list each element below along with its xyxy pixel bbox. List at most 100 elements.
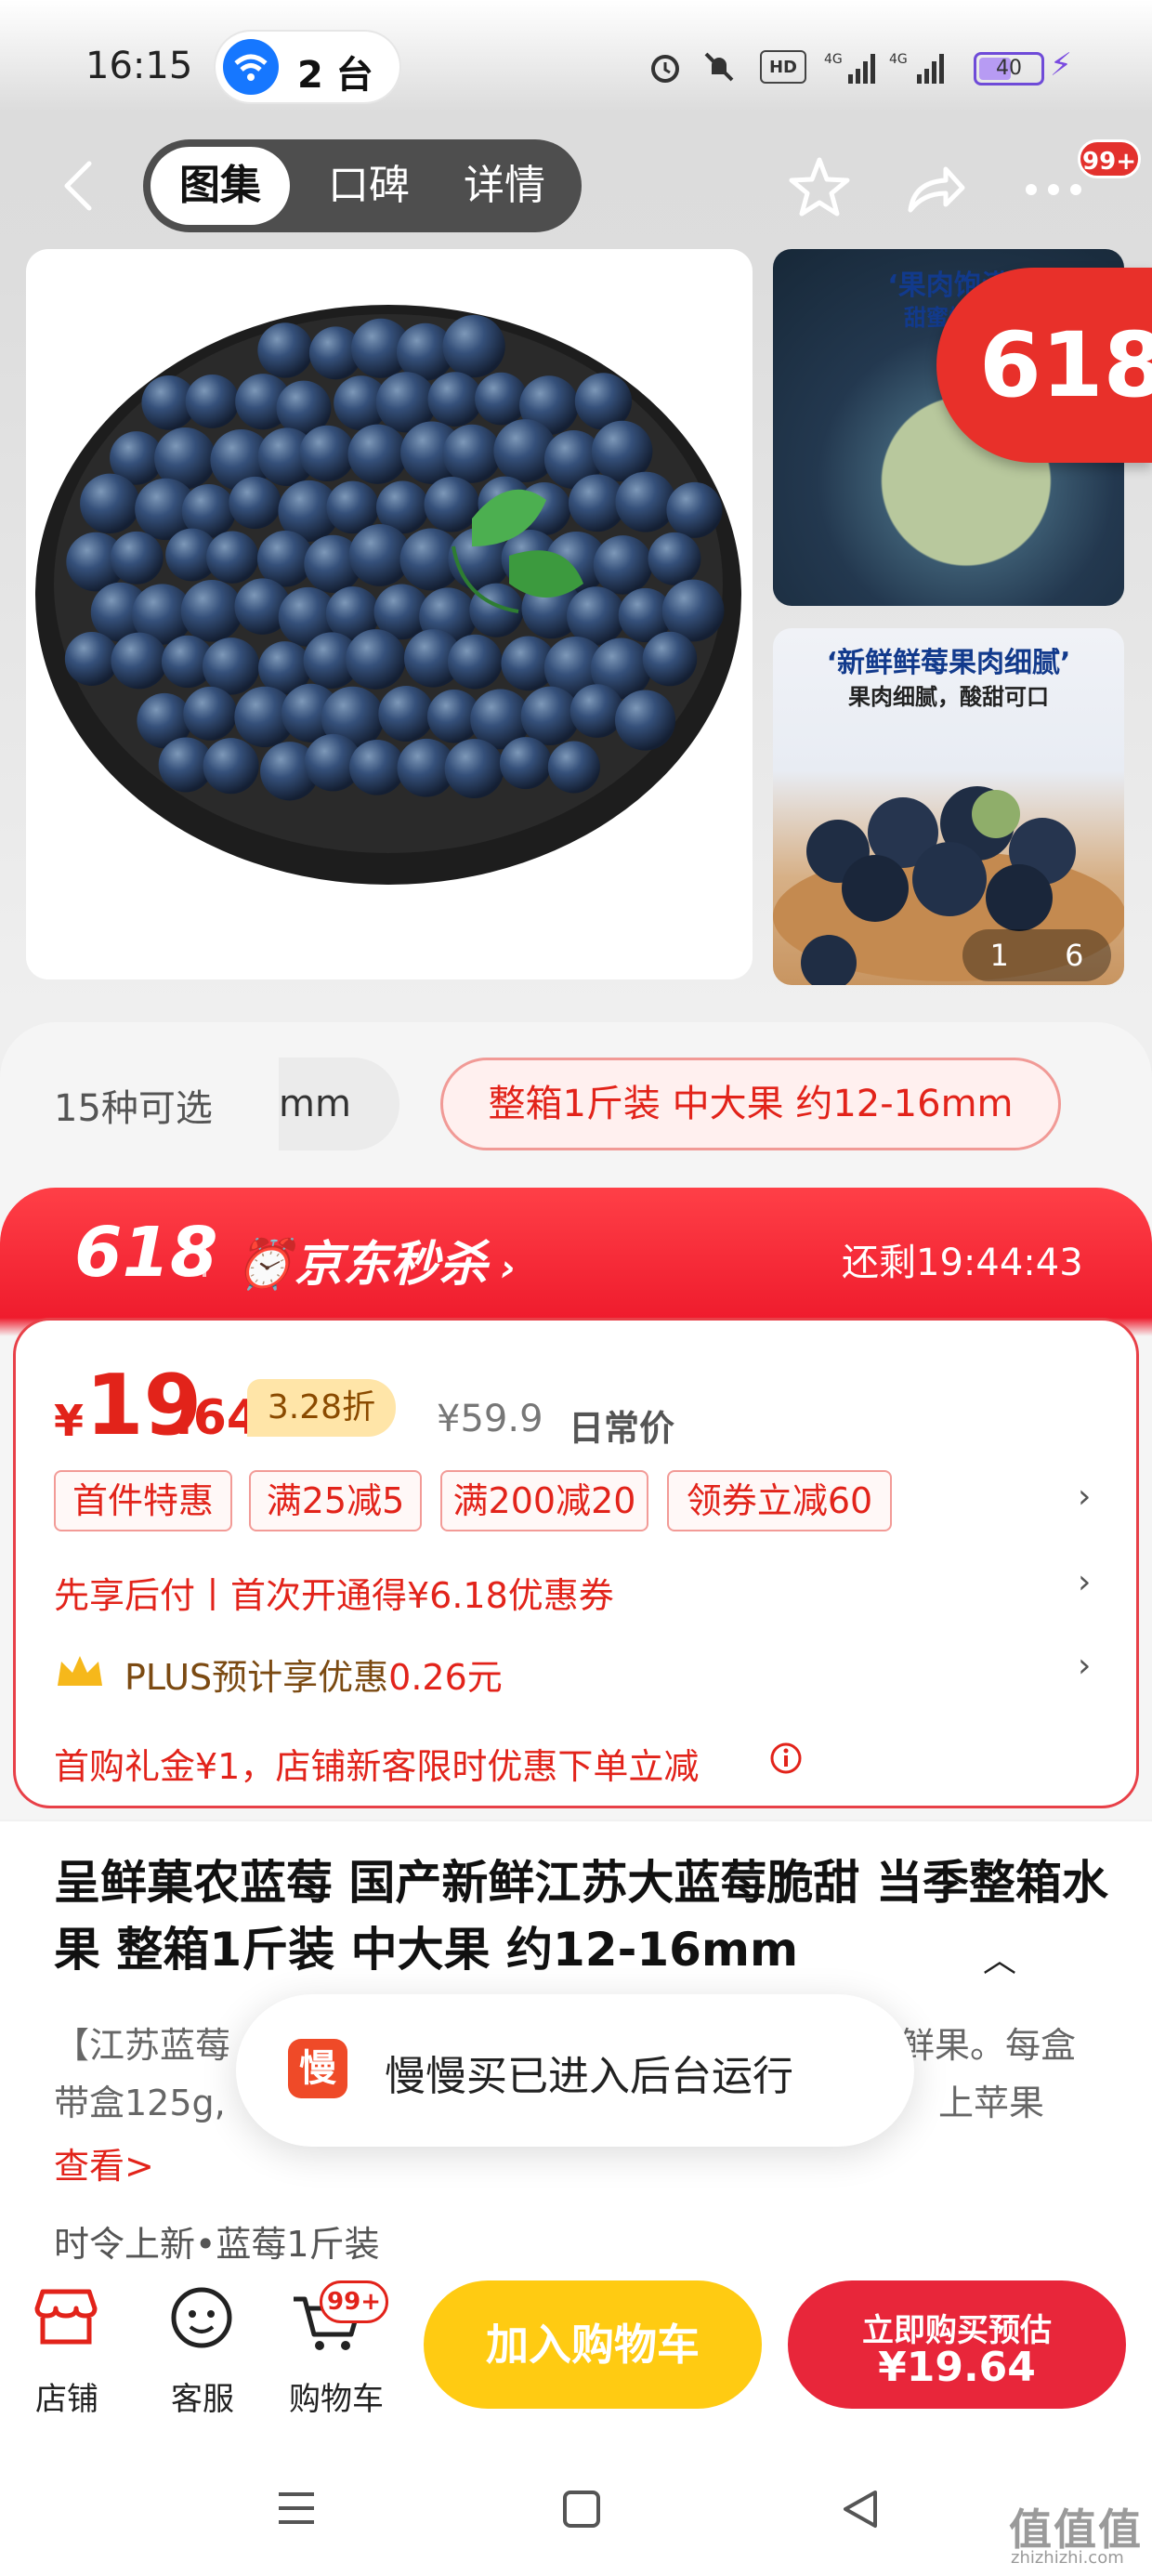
message-badge: 99+ xyxy=(1078,139,1141,178)
watermark-url: zhizhizhi.com xyxy=(1011,2548,1124,2568)
blueberry xyxy=(183,686,238,741)
customer-service-icon[interactable] xyxy=(160,2280,243,2355)
blueberry xyxy=(499,737,552,790)
seckill-brand[interactable]: ⏰京东秒杀 › xyxy=(234,1225,516,1295)
status-bar: 16:15 2 台 HD 4G 4G 40 ⚡ xyxy=(0,0,1152,139)
counter-current: 1 xyxy=(989,938,1009,973)
collapse-chevron-icon[interactable]: ︿ xyxy=(983,1933,1016,1981)
original-price-label: 日常价 xyxy=(569,1408,675,1449)
tab-details[interactable]: 详情 xyxy=(435,139,574,232)
chevron-right-icon: › xyxy=(487,1247,517,1290)
blueberry xyxy=(378,685,435,743)
chevron-right-icon[interactable]: › xyxy=(1078,1647,1091,1685)
pay-later-row[interactable]: 先享后付丨首次开通得¥6.18优惠券 xyxy=(54,1567,614,1618)
device-pill[interactable]: 2 台 xyxy=(216,32,399,102)
blueberry xyxy=(547,741,600,794)
blueberry xyxy=(64,632,119,686)
blueberry xyxy=(442,424,502,483)
coupon-tag[interactable]: 满25减5 xyxy=(249,1470,422,1531)
plus-row[interactable]: PLUS预计享优惠0.26元 xyxy=(124,1649,503,1700)
toast-notification: 慢 慢慢买已进入后台运行 xyxy=(236,1994,914,2147)
blueberry xyxy=(110,531,164,585)
cart-badge: 99+ xyxy=(320,2280,388,2323)
blueberry xyxy=(615,690,676,751)
product-title: 呈鲜菓农蓝莓 国产新鲜江苏大蓝莓脆甜 当季整箱水果 整箱1斤装 中大果 约12-… xyxy=(54,1856,1108,1977)
gallery-counter: 1 6 xyxy=(962,929,1111,981)
star-icon[interactable] xyxy=(782,151,857,225)
season-tag: 时令上新•蓝莓1斤装 xyxy=(54,2224,380,2265)
signal-4g-icon: 4G xyxy=(823,46,881,87)
info-icon[interactable] xyxy=(767,1740,805,1777)
blueberry xyxy=(349,739,405,795)
option-chip-selected[interactable]: 整箱1斤装 中大果 约12-16mm xyxy=(440,1058,1061,1150)
add-to-cart-button[interactable]: 加入购物车 xyxy=(424,2280,762,2409)
blueberry xyxy=(185,375,240,428)
coupon-tag[interactable]: 满200减20 xyxy=(440,1470,648,1531)
blueberry xyxy=(229,476,281,530)
share-icon[interactable] xyxy=(897,151,972,225)
thumbnail-2-subcaption: 果肉细腻，酸甜可口 xyxy=(848,684,1049,710)
desc-line-1-right: 鲜果。每盒 xyxy=(899,2025,1077,2066)
back-icon[interactable] xyxy=(56,158,102,214)
blueberry xyxy=(203,738,259,795)
gallery-tabs: 图集 口碑 详情 xyxy=(143,139,582,232)
blueberry xyxy=(447,634,503,690)
thumbnail-2-caption: ‘新鲜鲜莓果肉细腻’ xyxy=(826,647,1071,679)
seckill-brand-label: 京东秒杀 xyxy=(294,1237,488,1293)
back-triangle-icon[interactable] xyxy=(840,2489,881,2530)
option-chip-partial[interactable]: mm xyxy=(279,1058,399,1150)
options-count[interactable]: 15种可选 xyxy=(54,1078,213,1132)
coupon-tag[interactable]: 首件特惠 xyxy=(54,1470,232,1531)
blueberry xyxy=(180,580,243,642)
signal-4g-icon: 4G xyxy=(888,46,955,87)
blueberry-plate-illustration xyxy=(35,305,741,885)
blueberry xyxy=(569,684,624,738)
blueberry xyxy=(206,531,259,584)
buy-now-button[interactable]: 立即购买预估 ¥19.64 xyxy=(788,2280,1126,2409)
blueberry xyxy=(346,629,406,690)
main-product-image[interactable] xyxy=(26,249,753,979)
blueberry xyxy=(648,532,701,585)
plus-value: 0.26元 xyxy=(388,1657,503,1698)
manmanmai-app-icon: 慢 xyxy=(288,2039,347,2098)
svg-text:4G: 4G xyxy=(824,52,843,67)
blueberry xyxy=(666,481,723,538)
menu-icon[interactable] xyxy=(275,2487,318,2530)
wifi-icon xyxy=(223,39,279,95)
cart-label[interactable]: 购物车 xyxy=(281,2373,392,2419)
alarm-icon xyxy=(645,46,686,87)
blueberry xyxy=(442,314,505,378)
coupon-tag[interactable]: 领券立减60 xyxy=(667,1470,892,1531)
toast-text: 慢慢买已进入后台运行 xyxy=(385,2053,793,2100)
store-icon[interactable] xyxy=(24,2280,108,2355)
battery-percent: 40 xyxy=(996,57,1022,80)
store-label[interactable]: 店铺 xyxy=(11,2373,123,2419)
view-more-link[interactable]: 查看> xyxy=(54,2137,154,2188)
blueberry xyxy=(80,473,140,534)
chevron-right-icon[interactable]: › xyxy=(1078,1563,1091,1601)
discount-badge: 3.28折 xyxy=(247,1379,396,1437)
blueberry xyxy=(202,637,260,695)
blueberry xyxy=(475,372,528,426)
gift-row: 首购礼金¥1，店铺新客限时优惠下单立减 xyxy=(54,1746,700,1787)
tab-reviews[interactable]: 口碑 xyxy=(299,139,439,232)
blueberry xyxy=(444,739,504,799)
chevron-right-icon[interactable]: › xyxy=(1078,1478,1091,1516)
price-symbol: ¥ xyxy=(54,1396,85,1446)
service-label[interactable]: 客服 xyxy=(147,2373,258,2419)
blueberry xyxy=(593,535,653,595)
tab-gallery[interactable]: 图集 xyxy=(151,139,290,232)
charging-icon: ⚡ xyxy=(1050,46,1072,84)
counter-total: 6 xyxy=(1065,938,1084,973)
promo-618-badge: 618 xyxy=(936,268,1152,463)
status-time: 16:15 xyxy=(85,45,193,87)
original-price: ¥59.9 xyxy=(437,1398,543,1440)
seckill-countdown: 还剩19:44:43 xyxy=(842,1242,1083,1284)
crown-icon xyxy=(54,1652,106,1689)
blueberry xyxy=(615,471,676,532)
battery-icon: 40 xyxy=(974,52,1044,85)
seckill-divider xyxy=(203,1236,206,1277)
home-icon[interactable] xyxy=(561,2489,602,2530)
buy-now-price: ¥19.64 xyxy=(878,2344,1036,2391)
svg-text:4G: 4G xyxy=(889,52,908,67)
